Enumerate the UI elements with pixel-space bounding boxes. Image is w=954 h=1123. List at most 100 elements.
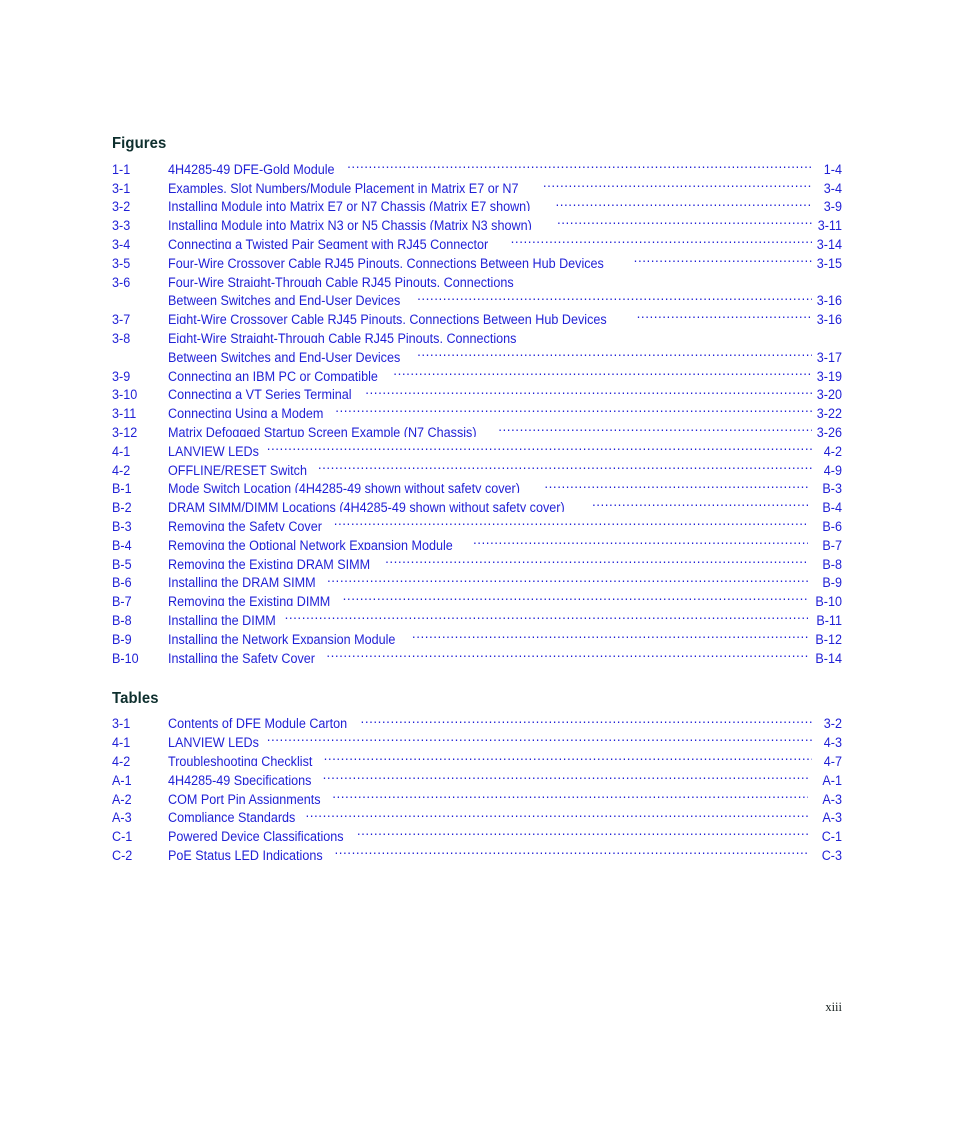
toc-entry[interactable]: 3-1 Examples, Slot Numbers/Module Placeme… (112, 174, 842, 193)
toc-entry-number: 4-1 (112, 443, 131, 456)
dot-leader (511, 230, 812, 249)
toc-entry[interactable]: C-1 Powered Device Classifications C-1 (112, 822, 842, 841)
toc-entry-line[interactable]: 1-1 4H4285-49 DFE-Gold Module 1-4 (112, 155, 842, 174)
toc-entry[interactable]: A-3 Compliance Standards A-3 (112, 804, 842, 823)
dot-leader (385, 550, 808, 569)
toc-entry-line[interactable]: B-4 Removing the Optional Network Expansi… (112, 531, 842, 550)
toc-entry-line[interactable]: 3-8Between Switches and End-User Devices… (112, 343, 842, 362)
toc-entry-line[interactable]: A-1 4H4285-49 Specifications A-1 (112, 766, 842, 785)
toc-entry-line[interactable]: 4-1 LANVIEW LEDs 4-2 (112, 437, 842, 456)
toc-entry[interactable]: B-9 Installing the Network Expansion Modu… (112, 625, 842, 644)
toc-entry-page-number: C-3 (821, 847, 842, 860)
toc-entry[interactable]: 3-4 Connecting a Twisted Pair Segment wit… (112, 230, 842, 249)
toc-entry[interactable]: 3-1 Contents of DFE Module Carton 3-2 (112, 710, 842, 729)
toc-entry-number: 3-5 (112, 255, 131, 268)
dot-leader (417, 343, 812, 362)
toc-entry[interactable]: 4-1 LANVIEW LEDs 4-2 (112, 437, 842, 456)
toc-entry[interactable]: 3-5 Four-Wire Crossover Cable RJ45 Pinout… (112, 249, 842, 268)
toc-entry[interactable]: B-8 Installing the DIMM B-11 (112, 606, 842, 625)
toc-entry[interactable]: 3-6 Four-Wire Straight-Through Cable RJ45… (112, 268, 842, 306)
toc-entry[interactable]: B-6 Installing the DRAM SIMM B-9 (112, 569, 842, 588)
toc-entry-line[interactable]: 3-12 Matrix Defogged Startup Screen Examp… (112, 418, 842, 437)
toc-entry[interactable]: 3-8 Eight-Wire Straight-Through Cable RJ4… (112, 324, 842, 362)
toc-entry-line[interactable]: 3-6Between Switches and End-User Devices… (112, 287, 842, 306)
document-page: Figures 1-14H4285-49 DFE-Gold Module1-43… (0, 0, 954, 1123)
toc-entry-line[interactable]: 3-6 Four-Wire Straight-Through Cable RJ45… (112, 268, 842, 287)
toc-entry-page-number: 3-20 (816, 387, 842, 400)
toc-entry-line[interactable]: C-1 Powered Device Classifications C-1 (112, 822, 842, 841)
toc-entry-page-number: B-9 (822, 575, 842, 588)
toc-entry-line[interactable]: 3-3 Installing Module into Matrix N3 or N… (112, 211, 842, 230)
toc-entry-line[interactable]: 4-2 OFFLINE/RESET Switch 4-9 (112, 456, 842, 475)
toc-entry-line[interactable]: 3-1 Contents of DFE Module Carton 3-2 (112, 710, 842, 729)
toc-entry-number: C-1 (112, 829, 133, 842)
toc-entry-page-number: 4-3 (823, 735, 842, 748)
toc-entry-line[interactable]: B-1 Mode Switch Location (4H4285-49 shown… (112, 475, 842, 494)
toc-entry-line[interactable]: 3-10 Connecting a VT Series Terminal 3-20 (112, 381, 842, 400)
toc-entry[interactable]: 3-12 Matrix Defogged Startup Screen Examp… (112, 418, 842, 437)
toc-entry[interactable]: 3-9 Connecting an IBM PC or Compatible 3-1… (112, 362, 842, 381)
toc-entry-line[interactable]: B-8 Installing the DIMM B-11 (112, 606, 842, 625)
toc-entry-page-number: 3-16 (816, 293, 842, 306)
toc-entry-page-number: 4-7 (823, 753, 842, 766)
toc-entry-line[interactable]: B-6 Installing the DRAM SIMM B-9 (112, 569, 842, 588)
toc-entry[interactable]: B-10 Installing the Safety Cover B-14 (112, 644, 842, 663)
toc-entry[interactable]: C-2 PoE Status LED Indications C-3 (112, 841, 842, 860)
toc-entry-line[interactable]: 4-1 LANVIEW LEDs 4-3 (112, 728, 842, 747)
toc-entry[interactable]: 4-2 Troubleshooting Checklist 4-7 (112, 747, 842, 766)
toc-entry-line[interactable]: 3-9 Connecting an IBM PC or Compatible 3-1… (112, 362, 842, 381)
toc-entry-line[interactable]: B-7 Removing the Existing DIMM B-10 (112, 587, 842, 606)
toc-entry-number: 4-2 (112, 753, 131, 766)
dot-leader (538, 268, 812, 287)
toc-entry-number: 3-9 (112, 368, 131, 381)
dot-leader (498, 418, 812, 437)
toc-entry-line[interactable]: 3-4 Connecting a Twisted Pair Segment wit… (112, 230, 842, 249)
figures-list: 1-1 4H4285-49 DFE-Gold Module 1-4 3-1 Exampl… (112, 155, 842, 663)
toc-entry[interactable]: 3-3 Installing Module into Matrix N3 or N… (112, 211, 842, 230)
toc-entry-number: B-7 (112, 594, 132, 607)
toc-entry[interactable]: B-7 Removing the Existing DIMM B-10 (112, 587, 842, 606)
toc-entry-page-number: 4-2 (823, 443, 842, 456)
toc-entry-title: Installing the DRAM SIMM (168, 575, 316, 588)
toc-entry-line[interactable]: 4-2 Troubleshooting Checklist 4-7 (112, 747, 842, 766)
toc-entry[interactable]: B-4 Removing the Optional Network Expansi… (112, 531, 842, 550)
toc-entry-line[interactable]: B-2 DRAM SIMM/DIMM Locations (4H4285-49 s… (112, 493, 842, 512)
toc-entry[interactable]: 3-7 Eight-Wire Crossover Cable RJ45 Pinou… (112, 305, 842, 324)
toc-entry-number: 3-10 (112, 387, 138, 400)
toc-entry-line[interactable]: B-10 Installing the Safety Cover B-14 (112, 644, 842, 663)
toc-entry[interactable]: 3-2 Installing Module into Matrix E7 or N… (112, 193, 842, 212)
toc-entry[interactable]: 3-10 Connecting a VT Series Terminal 3-20 (112, 381, 842, 400)
toc-entry-line[interactable]: 3-5 Four-Wire Crossover Cable RJ45 Pinout… (112, 249, 842, 268)
toc-entry[interactable]: A-1 4H4285-49 Specifications A-1 (112, 766, 842, 785)
toc-entry-line[interactable]: 3-2 Installing Module into Matrix E7 or N… (112, 193, 842, 212)
toc-entry[interactable]: A-2 COM Port Pin Assignments A-3 (112, 785, 842, 804)
toc-entry[interactable]: B-1 Mode Switch Location (4H4285-49 shown… (112, 475, 842, 494)
toc-entry-line[interactable]: A-3 Compliance Standards A-3 (112, 804, 842, 823)
toc-entry[interactable]: 3-11 Connecting Using a Modem 3-22 (112, 399, 842, 418)
toc-entry-title: Removing the Optional Network Expansion … (168, 537, 453, 550)
dot-leader (347, 155, 812, 174)
dot-leader (556, 193, 813, 212)
toc-entry-line[interactable]: 3-7 Eight-Wire Crossover Cable RJ45 Pinou… (112, 305, 842, 324)
toc-entry[interactable]: 4-2 OFFLINE/RESET Switch 4-9 (112, 456, 842, 475)
toc-entry-number: 3-12 (112, 424, 138, 437)
toc-entry[interactable]: B-2 DRAM SIMM/DIMM Locations (4H4285-49 s… (112, 493, 842, 512)
toc-entry[interactable]: 4-1 LANVIEW LEDs 4-3 (112, 728, 842, 747)
toc-entry-line[interactable]: 3-11 Connecting Using a Modem 3-22 (112, 399, 842, 418)
toc-entry-title: Four-Wire Straight-Through Cable RJ45 Pi… (168, 274, 514, 287)
toc-entry-title: Eight-Wire Crossover Cable RJ45 Pinouts,… (168, 312, 607, 325)
toc-entry-line[interactable]: B-5 Removing the Existing DRAM SIMM B-8 (112, 550, 842, 569)
toc-entry-number: 3-2 (112, 199, 131, 212)
toc-entry[interactable]: B-5 Removing the Existing DRAM SIMM B-8 (112, 550, 842, 569)
toc-entry-line[interactable]: B-3 Removing the Safety Cover B-6 (112, 512, 842, 531)
toc-entry-line[interactable]: B-9 Installing the Network Expansion Modu… (112, 625, 842, 644)
toc-entry-line[interactable]: 3-1 Examples, Slot Numbers/Module Placeme… (112, 174, 842, 193)
toc-entry-number: B-6 (112, 575, 132, 588)
toc-entry-page-number: 3-22 (816, 406, 842, 419)
toc-entry-line[interactable]: A-2 COM Port Pin Assignments A-3 (112, 785, 842, 804)
toc-entry[interactable]: B-3 Removing the Safety Cover B-6 (112, 512, 842, 531)
dot-leader (335, 841, 809, 860)
toc-entry-line[interactable]: 3-8 Eight-Wire Straight-Through Cable RJ4… (112, 324, 842, 343)
toc-entry[interactable]: 1-1 4H4285-49 DFE-Gold Module 1-4 (112, 155, 842, 174)
toc-entry-line[interactable]: C-2 PoE Status LED Indications C-3 (112, 841, 842, 860)
